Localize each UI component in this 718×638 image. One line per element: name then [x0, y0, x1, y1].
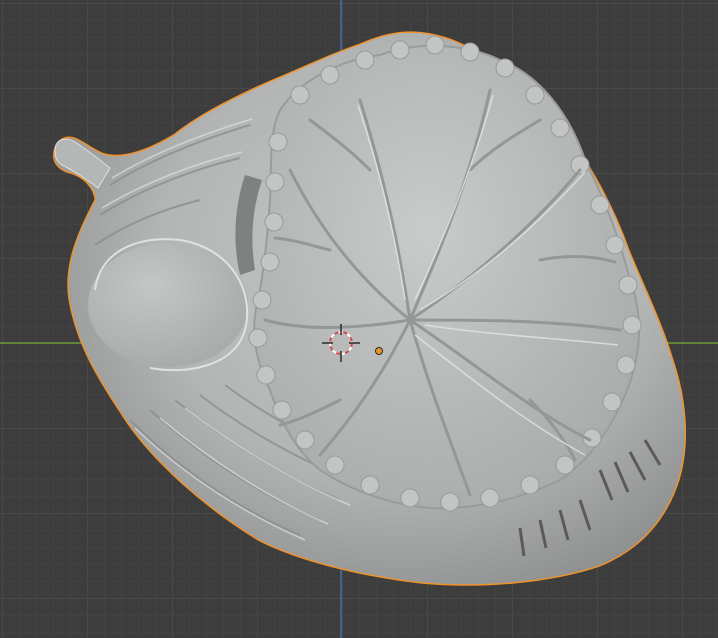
- 3d-viewport[interactable]: [0, 0, 718, 638]
- object-origin-dot[interactable]: [375, 347, 383, 355]
- flat-section-face: [88, 243, 248, 367]
- viewport-canvas[interactable]: [0, 0, 718, 638]
